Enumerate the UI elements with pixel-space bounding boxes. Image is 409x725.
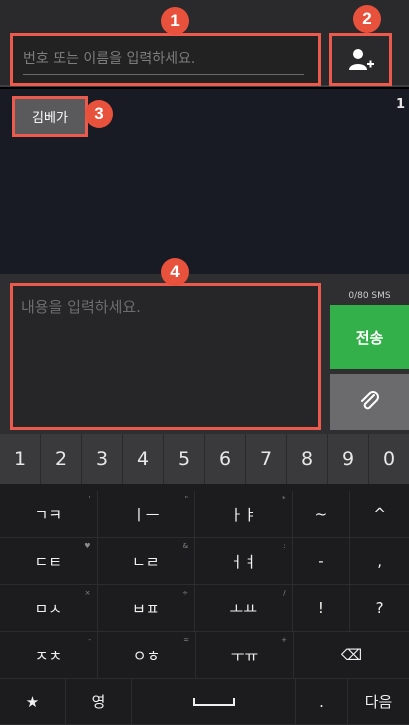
key-label: ㅇㅎ bbox=[132, 646, 161, 665]
key-sub: / bbox=[283, 589, 286, 597]
key-sub: " bbox=[184, 495, 189, 503]
space-icon bbox=[192, 697, 235, 706]
key-sub: & bbox=[182, 542, 189, 550]
key-a-ya[interactable]: ㅏㅑ * bbox=[195, 491, 293, 538]
key-5[interactable]: 5 bbox=[164, 434, 205, 484]
add-contact-icon bbox=[348, 48, 374, 70]
key-question[interactable]: ? bbox=[350, 585, 409, 632]
key-2[interactable]: 2 bbox=[41, 434, 82, 484]
key-o-yo[interactable]: ㅗㅛ / bbox=[195, 585, 293, 632]
key-star[interactable]: ★ bbox=[0, 679, 66, 725]
key-row-4: ㅈㅊ - ㅇㅎ = ㅜㅠ + ⌫ bbox=[0, 632, 409, 679]
key-label: ㅁㅅ bbox=[34, 599, 63, 618]
recipient-input[interactable]: 번호 또는 이름을 입력하세요. bbox=[10, 33, 321, 86]
key-sub: ♥ bbox=[84, 542, 91, 550]
key-bieup[interactable]: ㅂㅍ ÷ bbox=[97, 585, 196, 632]
key-lang[interactable]: 영 bbox=[66, 679, 132, 725]
key-row-1: ㄱㅋ ' ㅣㅡ " ㅏㅑ * ~ ^ bbox=[0, 491, 409, 538]
key-0[interactable]: 0 bbox=[369, 434, 409, 484]
key-u-yu[interactable]: ㅜㅠ + bbox=[196, 632, 294, 679]
sms-counter: 0/80 SMS bbox=[348, 291, 391, 301]
recipient-chip[interactable]: 김베가 bbox=[12, 96, 88, 137]
key-label: ㅏㅑ bbox=[229, 505, 258, 524]
badge-2: 2 bbox=[353, 5, 381, 33]
key-comma[interactable]: , bbox=[350, 538, 409, 585]
add-contact-button[interactable] bbox=[329, 33, 392, 86]
key-sub: = bbox=[183, 636, 189, 644]
key-caret[interactable]: ^ bbox=[350, 491, 409, 538]
key-row-bottom: ★ 영 . 다음 bbox=[0, 679, 409, 725]
key-label: ㄴㄹ bbox=[131, 552, 160, 571]
recipient-placeholder: 번호 또는 이름을 입력하세요. bbox=[23, 51, 196, 67]
backspace-key[interactable]: ⌫ bbox=[294, 632, 409, 679]
message-input[interactable]: 내용을 입력하세요. bbox=[10, 283, 321, 430]
key-row-3: ㅁㅅ × ㅂㅍ ÷ ㅗㅛ / ! ? bbox=[0, 585, 409, 632]
key-sub: * bbox=[282, 495, 286, 503]
key-7[interactable]: 7 bbox=[246, 434, 287, 484]
key-sub: ÷ bbox=[182, 589, 189, 597]
key-label: ㅜㅠ bbox=[230, 646, 259, 665]
key-jieut[interactable]: ㅈㅊ - bbox=[0, 632, 98, 679]
key-label: ㅓㅕ bbox=[229, 552, 258, 571]
recipient-count: 1 bbox=[395, 97, 405, 112]
key-4[interactable]: 4 bbox=[123, 434, 164, 484]
key-sub: : bbox=[283, 542, 286, 550]
key-hyphen[interactable]: - bbox=[292, 538, 351, 585]
key-label: ㅈㅊ bbox=[34, 646, 63, 665]
key-label: ㄷㅌ bbox=[34, 552, 63, 571]
key-giyeok[interactable]: ㄱㅋ ' bbox=[0, 491, 98, 538]
key-tilde[interactable]: ~ bbox=[292, 491, 351, 538]
key-row-2: ㄷㅌ ♥ ㄴㄹ & ㅓㅕ: - , bbox=[0, 538, 409, 585]
key-label: ㅂㅍ bbox=[131, 599, 160, 618]
key-i-eu[interactable]: ㅣㅡ " bbox=[97, 491, 196, 538]
key-label: ㅣㅡ bbox=[131, 505, 160, 524]
key-label: ㅗㅛ bbox=[229, 599, 258, 618]
key-8[interactable]: 8 bbox=[287, 434, 328, 484]
attach-button[interactable] bbox=[330, 374, 409, 430]
send-button[interactable]: 전송 bbox=[330, 305, 409, 369]
next-key[interactable]: 다음 bbox=[348, 679, 409, 725]
key-mieum[interactable]: ㅁㅅ × bbox=[0, 585, 98, 632]
badge-3: 3 bbox=[85, 100, 113, 128]
key-9[interactable]: 9 bbox=[328, 434, 369, 484]
key-sub: ' bbox=[88, 495, 91, 503]
key-sub: + bbox=[281, 636, 287, 644]
key-ieung[interactable]: ㅇㅎ = bbox=[98, 632, 196, 679]
badge-4: 4 bbox=[161, 258, 189, 286]
key-nieun[interactable]: ㄴㄹ & bbox=[97, 538, 196, 585]
backspace-icon: ⌫ bbox=[340, 646, 363, 664]
space-key[interactable] bbox=[132, 679, 296, 725]
number-row: 1 2 3 4 5 6 7 8 9 0 bbox=[0, 434, 409, 484]
key-6[interactable]: 6 bbox=[205, 434, 246, 484]
paperclip-icon bbox=[360, 391, 379, 410]
key-1[interactable]: 1 bbox=[0, 434, 41, 484]
key-sub: × bbox=[84, 589, 91, 597]
key-exclamation[interactable]: ! bbox=[292, 585, 351, 632]
badge-1: 1 bbox=[161, 7, 189, 35]
key-eo-yeo[interactable]: ㅓㅕ: bbox=[195, 538, 293, 585]
key-period[interactable]: . bbox=[296, 679, 348, 725]
key-sub: - bbox=[88, 636, 91, 644]
key-digeut[interactable]: ㄷㅌ ♥ bbox=[0, 538, 98, 585]
key-3[interactable]: 3 bbox=[82, 434, 123, 484]
key-label: ㄱㅋ bbox=[34, 505, 63, 524]
input-underline bbox=[23, 74, 304, 75]
message-placeholder: 내용을 입력하세요. bbox=[21, 298, 141, 316]
